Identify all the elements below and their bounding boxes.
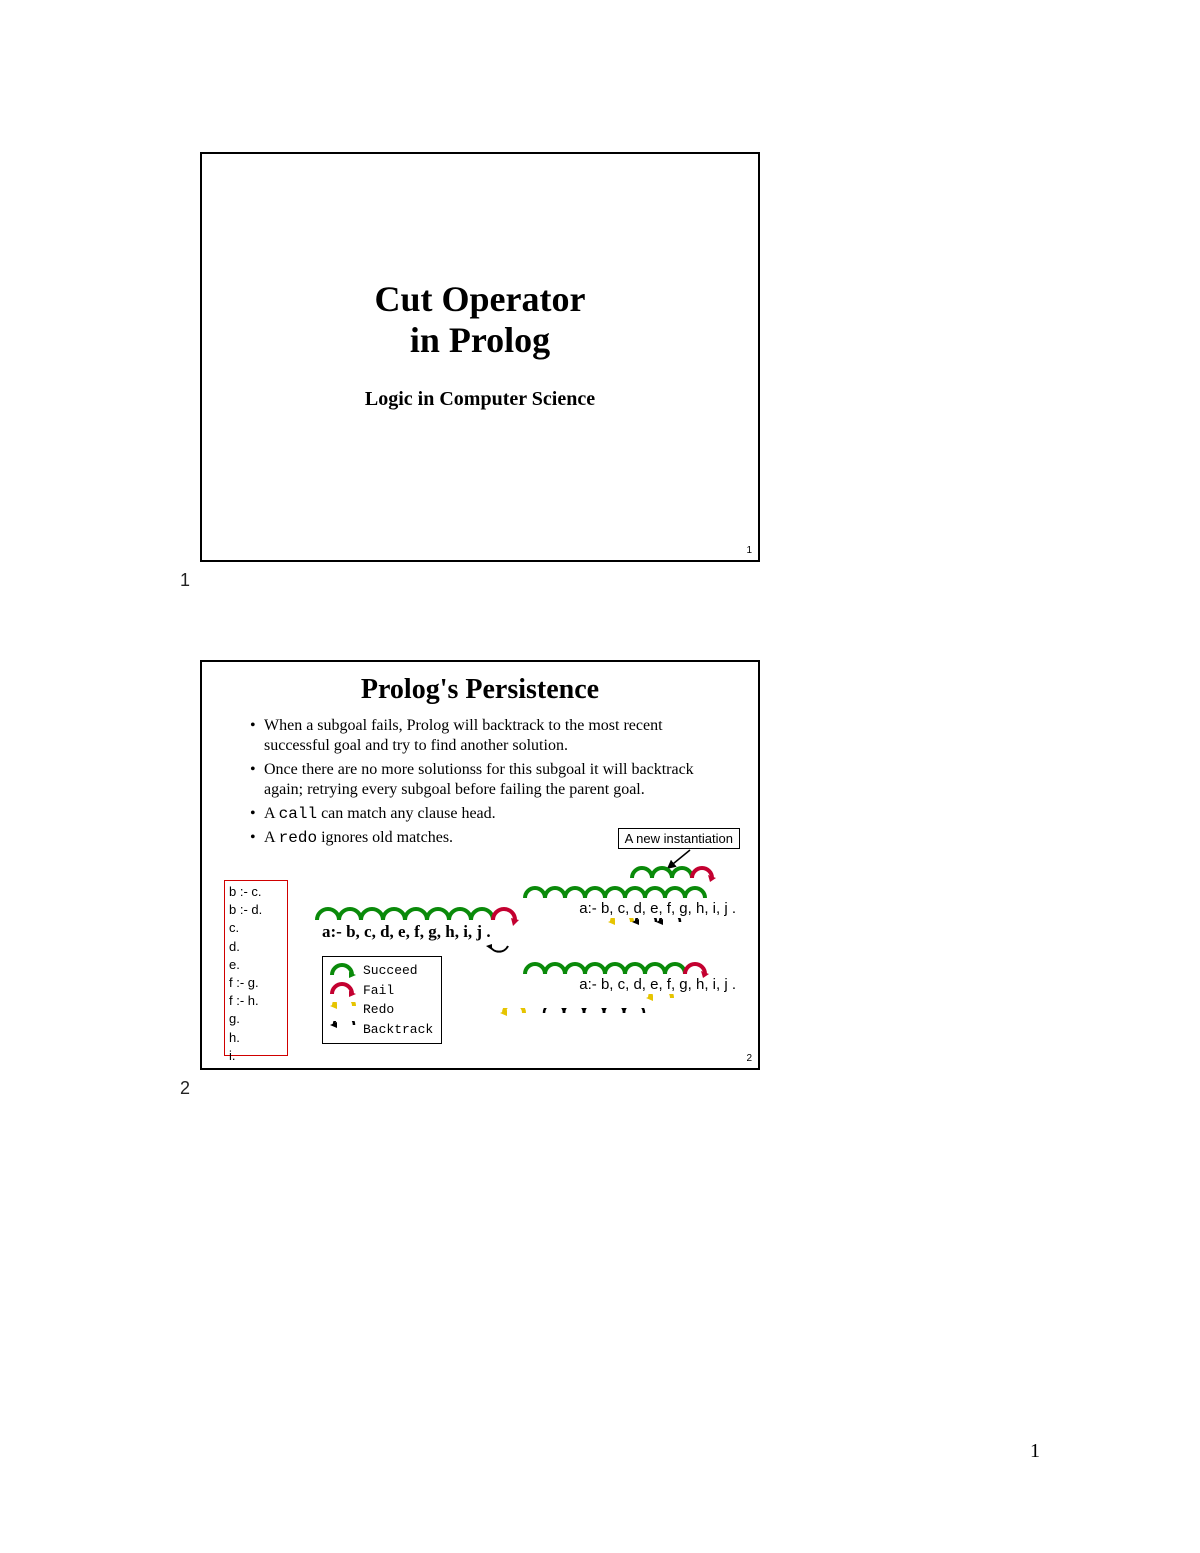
legend-box: Succeed Fail Redo Backtrack — [322, 956, 442, 1044]
fact: f :- h. — [229, 992, 283, 1010]
fact: e. — [229, 956, 283, 974]
backtrack-arrow-icon — [329, 1021, 357, 1037]
fact: h. — [229, 1029, 283, 1047]
page: Cut Operator in Prolog Logic in Computer… — [0, 0, 1200, 1553]
redo-arrow-icon — [329, 1002, 357, 1018]
bullet-2: Once there are no more solutionss for th… — [250, 760, 710, 800]
legend-fail: Fail — [329, 981, 433, 1001]
right-backtrack-chain-icon — [498, 1008, 648, 1028]
fact: g. — [229, 1010, 283, 1028]
slide1-title: Cut Operator in Prolog — [202, 279, 758, 362]
fact: c. — [229, 919, 283, 937]
slide2-inslide-number: 2 — [746, 1053, 752, 1064]
legend-redo: Redo — [329, 1000, 433, 1020]
right-redo-g-icon — [646, 994, 676, 1012]
slide1-number: 1 — [180, 570, 190, 591]
main-rule: a:- b, c, d, e, f, g, h, i, j . — [322, 922, 491, 942]
slide1-inslide-number: 1 — [746, 545, 752, 556]
fact: b :- d. — [229, 901, 283, 919]
succeed-arrow-icon — [329, 963, 357, 979]
slide2-number: 2 — [180, 1078, 190, 1099]
fail-arrow-icon — [329, 982, 357, 998]
backtrack-small-icon — [484, 942, 512, 958]
prolog-facts-box: b :- c. b :- d. c. d. e. f :- g. f :- h.… — [224, 880, 288, 1056]
title-line-2: in Prolog — [202, 320, 758, 361]
slide-1: Cut Operator in Prolog Logic in Computer… — [200, 152, 760, 562]
title-line-1: Cut Operator — [202, 279, 758, 320]
right-redo-backtrack-1-icon — [608, 918, 688, 936]
right-clause-2: a:- b, c, d, e, f, g, h, i, j . — [579, 976, 736, 993]
slide-2: Prolog's Persistence When a subgoal fail… — [200, 660, 760, 1070]
bullet-1: When a subgoal fails, Prolog will backtr… — [250, 716, 710, 756]
slide1-subtitle: Logic in Computer Science — [202, 388, 758, 411]
fact: f :- g. — [229, 974, 283, 992]
right-clause-1: a:- b, c, d, e, f, g, h, i, j . — [579, 900, 736, 917]
callout-new-instantiation: A new instantiation — [618, 828, 740, 849]
legend-backtrack: Backtrack — [329, 1020, 433, 1040]
legend-succeed: Succeed — [329, 961, 433, 981]
page-number: 1 — [1030, 1440, 1040, 1463]
slide2-title: Prolog's Persistence — [202, 674, 758, 706]
right-arcs-2-icon — [520, 954, 740, 978]
fact: d. — [229, 938, 283, 956]
fact: i. — [229, 1047, 283, 1065]
right-arcs-1-icon — [520, 878, 740, 902]
bullet-3: A call can match any clause head. — [250, 804, 710, 824]
fact: b :- c. — [229, 883, 283, 901]
